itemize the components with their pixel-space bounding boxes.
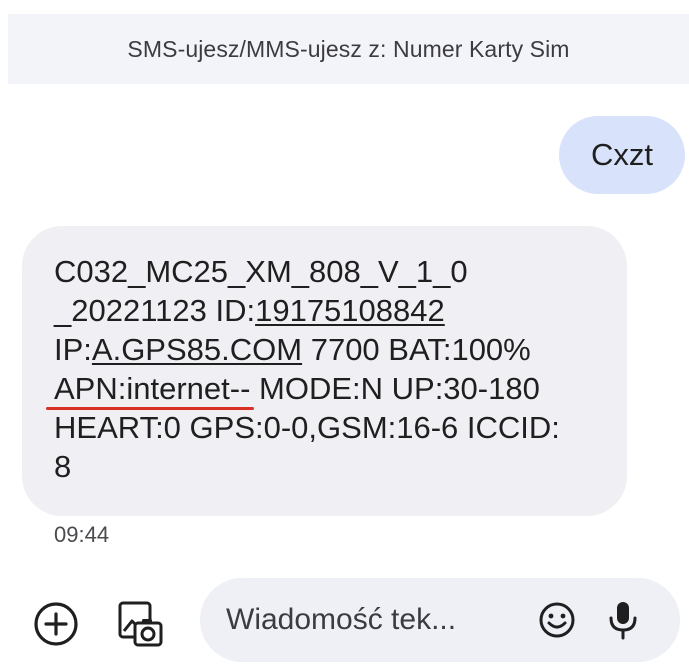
message-line-text: HEART:0 GPS:0-0,GSM:16-6 ICCID: [54, 410, 560, 445]
phone-number-link[interactable]: 19175108842 [255, 293, 445, 328]
message-line-text: IP: [54, 332, 92, 367]
microphone-icon [609, 602, 637, 640]
emoji-button[interactable] [536, 599, 578, 641]
incoming-message-bubble[interactable]: C032_MC25_XM_808_V_1_0 _20221123 ID:1917… [22, 226, 627, 516]
spellcheck-word: APN:internet-- [45, 371, 255, 410]
web-address-link[interactable]: A.GPS85.COM [92, 332, 302, 367]
message-input-placeholder: Wiadomość tek... [226, 603, 457, 636]
message-line-text: 8 [54, 449, 72, 484]
sim-info-banner: SMS-ujesz/MMS-ujesz z: Numer Karty Sim [8, 14, 689, 84]
gallery-icon [118, 601, 163, 647]
message-timestamp: 09:44 [54, 522, 110, 547]
message-line: 8 [54, 447, 607, 486]
sim-info-label: SMS-ujesz/MMS-ujesz z: Numer Karty Sim [127, 35, 570, 62]
conversation-screen: SMS-ujesz/MMS-ujesz z: Numer Karty Sim C… [0, 0, 689, 666]
voice-input-button[interactable] [602, 599, 644, 641]
emoji-icon [539, 602, 575, 638]
add-circle-icon [34, 602, 78, 646]
outgoing-message-text: Cxzt [591, 137, 653, 172]
message-input[interactable]: Wiadomość tek... [200, 578, 680, 662]
message-line-text: _20221123 ID: [54, 293, 256, 328]
message-line-text: 7700 BAT:100% [302, 332, 531, 367]
message-line: APN:internet-- MODE:N UP:30-180 [45, 369, 607, 410]
message-line: IP:A.GPS85.COM 7700 BAT:100% [54, 330, 607, 369]
message-line-text: C032_MC25_XM_808_V_1_0 [54, 254, 468, 289]
add-attachment-button[interactable] [30, 598, 82, 650]
message-line-text: MODE:N UP:30-180 [250, 371, 540, 406]
gallery-button[interactable] [114, 598, 166, 650]
message-line: HEART:0 GPS:0-0,GSM:16-6 ICCID: [54, 408, 607, 447]
message-line: C032_MC25_XM_808_V_1_0 [54, 252, 607, 291]
message-line: _20221123 ID:19175108842 [54, 291, 607, 330]
outgoing-message-bubble[interactable]: Cxzt [559, 116, 685, 194]
